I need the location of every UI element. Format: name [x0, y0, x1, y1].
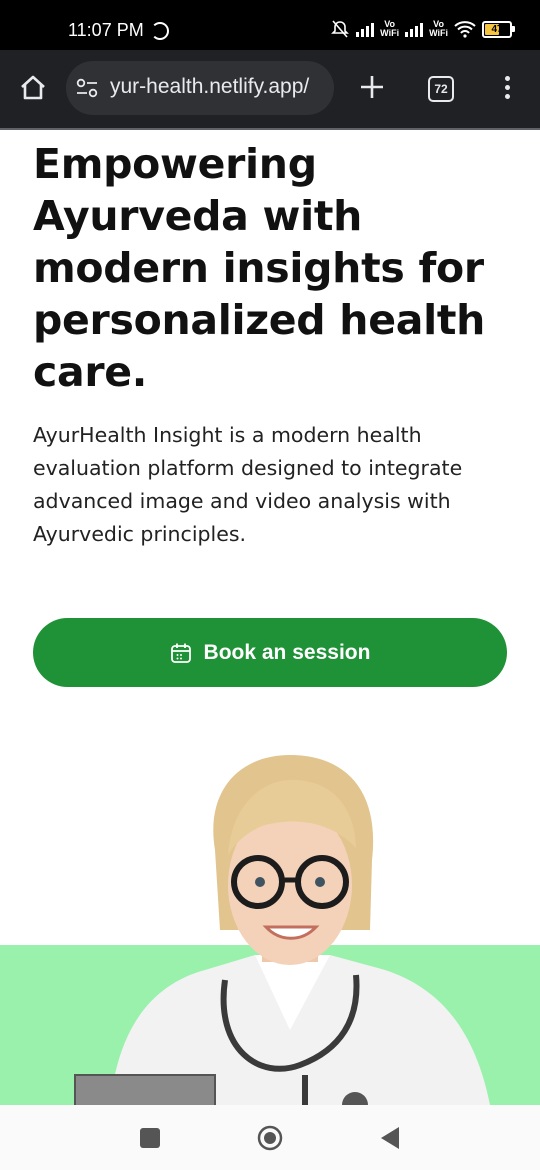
vowifi-1-icon: Vo WiFi: [380, 19, 400, 38]
recent-apps-button[interactable]: [140, 1128, 160, 1148]
home-nav-button[interactable]: [257, 1125, 283, 1151]
back-nav-button[interactable]: [380, 1126, 400, 1150]
signal-2-icon: [405, 21, 424, 37]
hero-description: AyurHealth Insight is a modern health ev…: [33, 423, 463, 546]
address-bar[interactable]: yur-health.netlify.app/: [66, 61, 334, 115]
battery-icon: 47: [482, 20, 515, 38]
new-tab-icon[interactable]: [359, 74, 385, 100]
bell-off-icon: [331, 20, 350, 38]
calendar-icon: [170, 643, 191, 663]
browser-toolbar: yur-health.netlify.app/ 72: [0, 50, 540, 130]
signal-1-icon: [356, 21, 375, 37]
sync-icon: [151, 22, 169, 40]
url-text[interactable]: yur-health.netlify.app/: [110, 75, 309, 99]
home-icon[interactable]: [19, 74, 47, 102]
status-bar: 11:07 PM Vo WiFi Vo WiFi 47: [0, 0, 540, 50]
tab-switcher-button[interactable]: 72: [428, 76, 454, 102]
status-time: 11:07 PM: [68, 20, 144, 40]
book-session-button[interactable]: Book an session: [33, 618, 507, 687]
page-title: Empowering Ayurveda with modern insights…: [33, 140, 486, 396]
vowifi-2-icon: Vo WiFi: [429, 19, 448, 38]
more-menu-icon[interactable]: [500, 76, 514, 102]
hero-image: [0, 730, 540, 1105]
site-settings-icon[interactable]: [76, 78, 98, 98]
status-icons: Vo WiFi Vo WiFi 47: [330, 18, 515, 40]
book-session-label: Book an session: [203, 640, 371, 664]
wifi-icon: [454, 21, 476, 38]
system-nav-bar: [0, 1105, 540, 1170]
doctor-illustration: [74, 755, 490, 1105]
